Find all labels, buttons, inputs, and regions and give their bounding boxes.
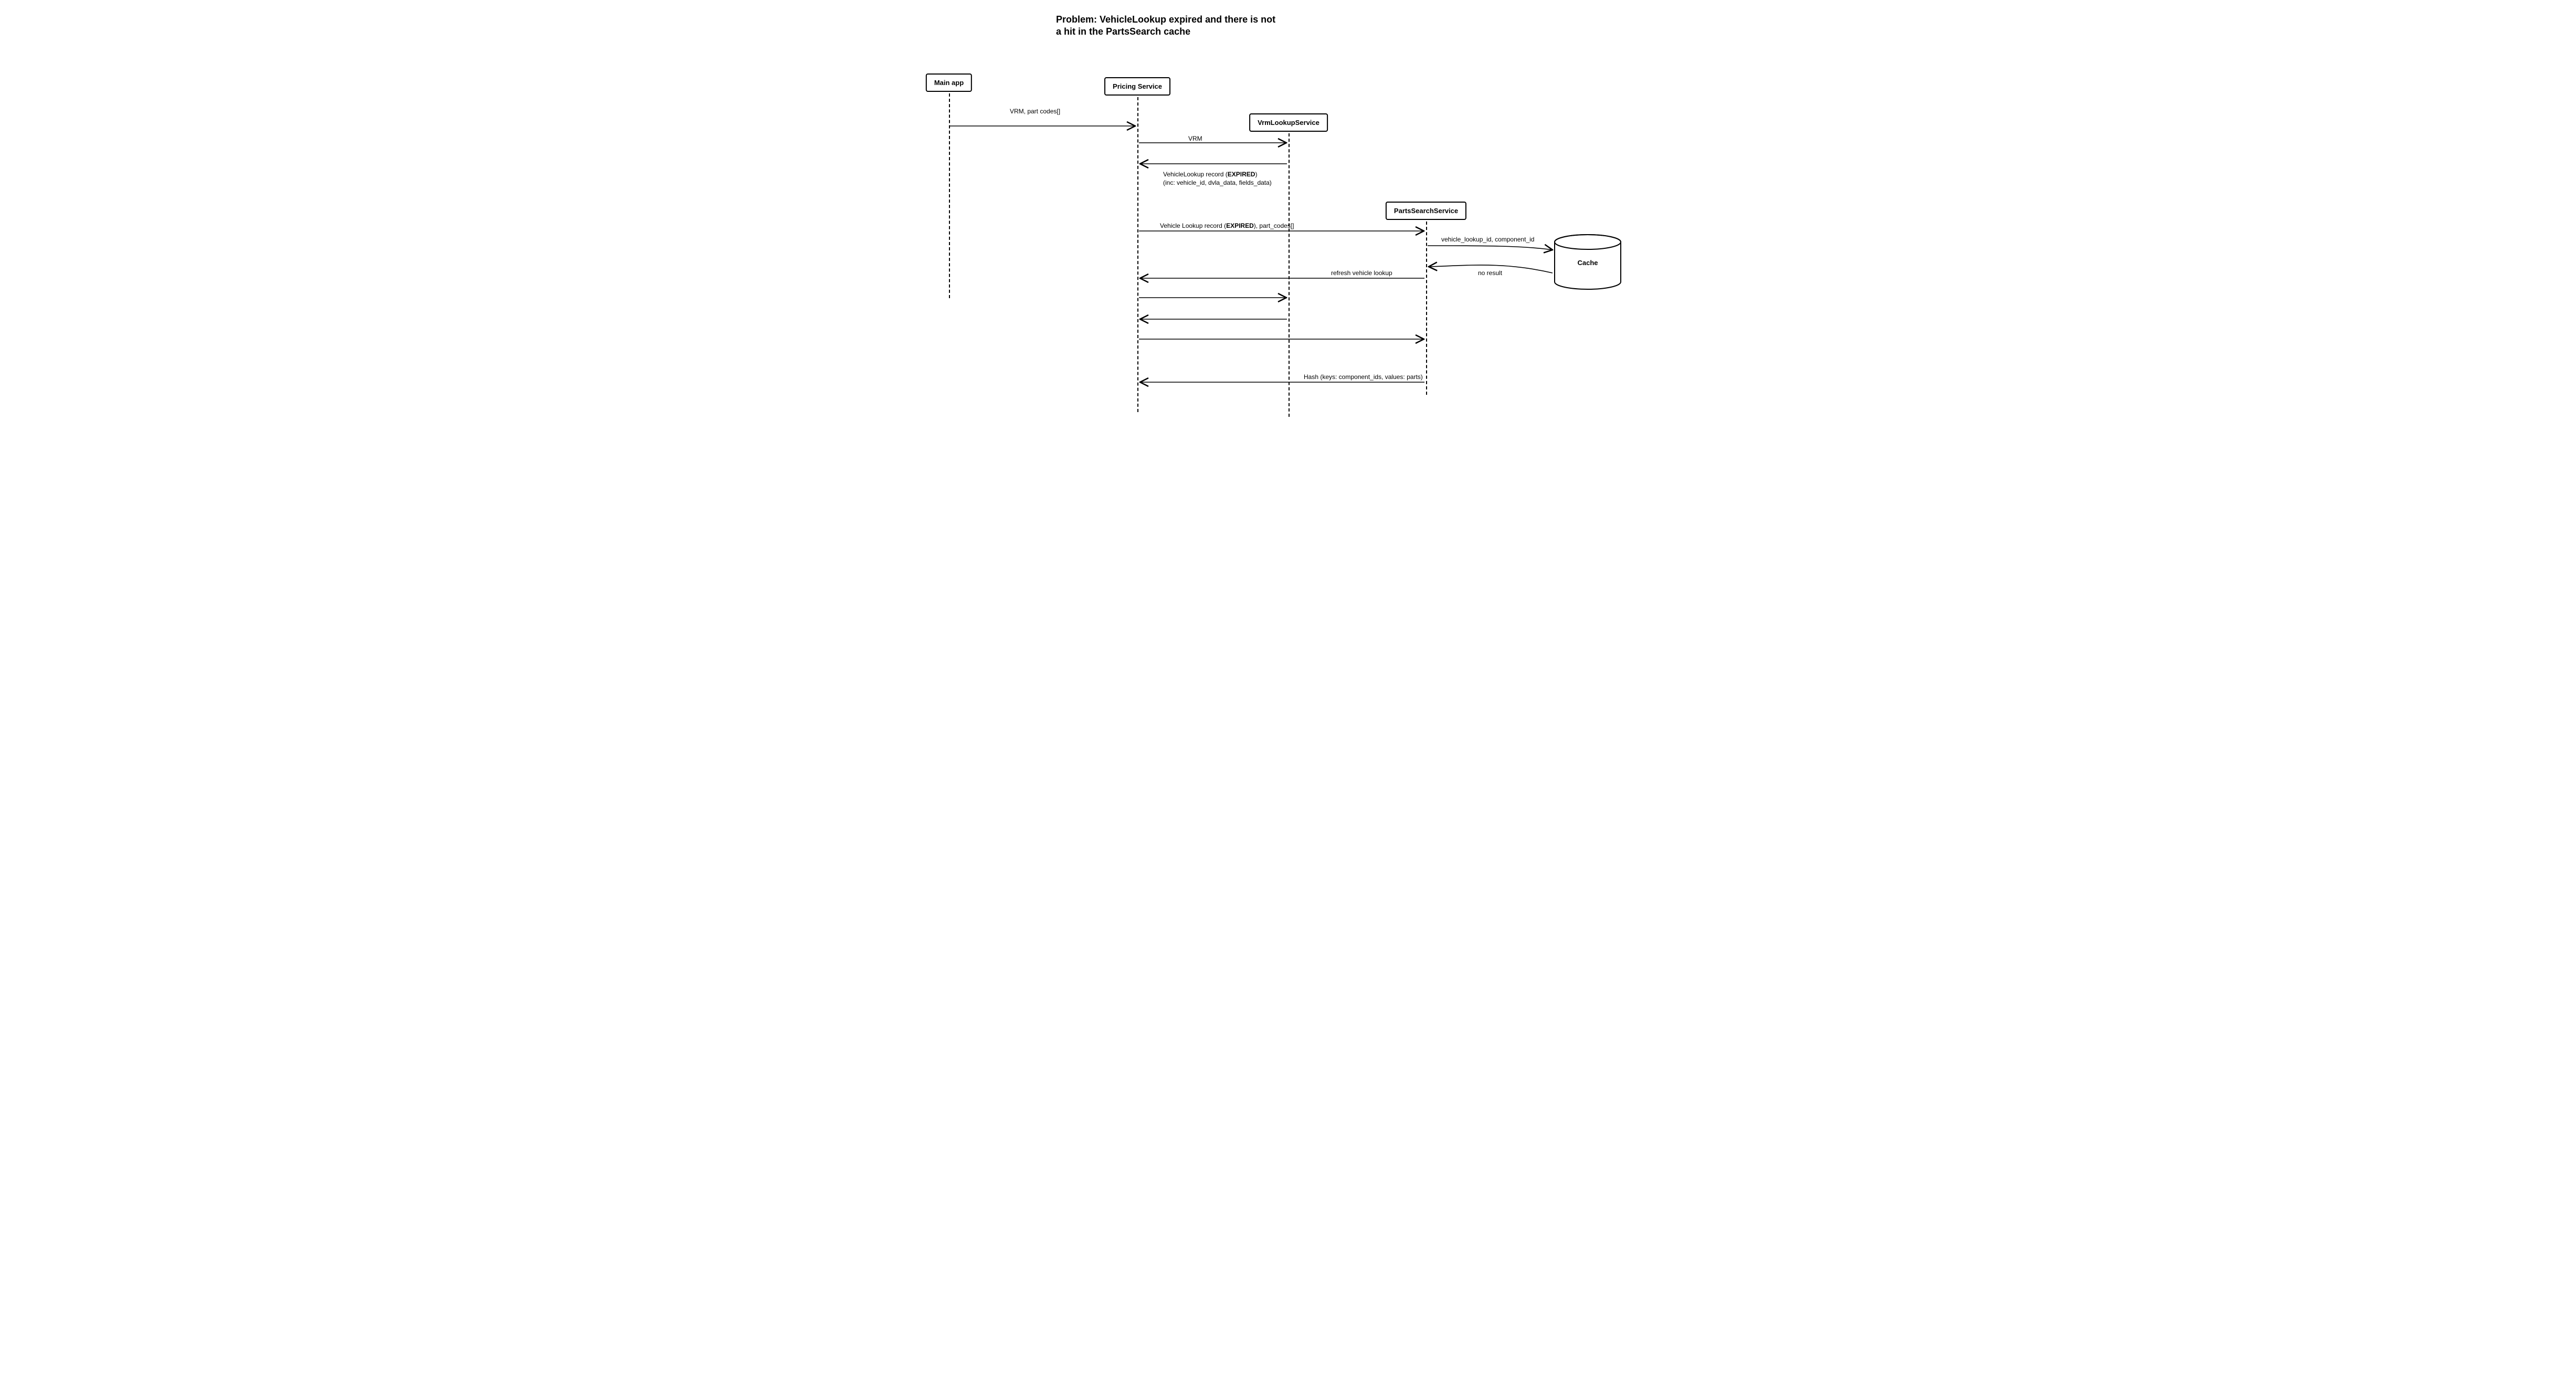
sequence-diagram: Problem: VehicleLookup expired and there…	[894, 0, 1682, 424]
message-label: vehicle_lookup_id, component_id	[1441, 235, 1534, 244]
message-label: VRM	[1188, 134, 1202, 143]
message-label: Vehicle Lookup record (EXPIRED), part_co…	[1160, 222, 1294, 230]
message-label: VehicleLookup record (EXPIRED) (inc: veh…	[1163, 170, 1272, 187]
message-label: VRM, part codes[]	[1010, 107, 1060, 115]
message-arrows	[894, 0, 1682, 424]
message-label: refresh vehicle lookup	[1331, 269, 1392, 277]
message-label: Hash (keys: component_ids, values: parts…	[1304, 373, 1423, 381]
message-label: no result	[1478, 269, 1502, 277]
